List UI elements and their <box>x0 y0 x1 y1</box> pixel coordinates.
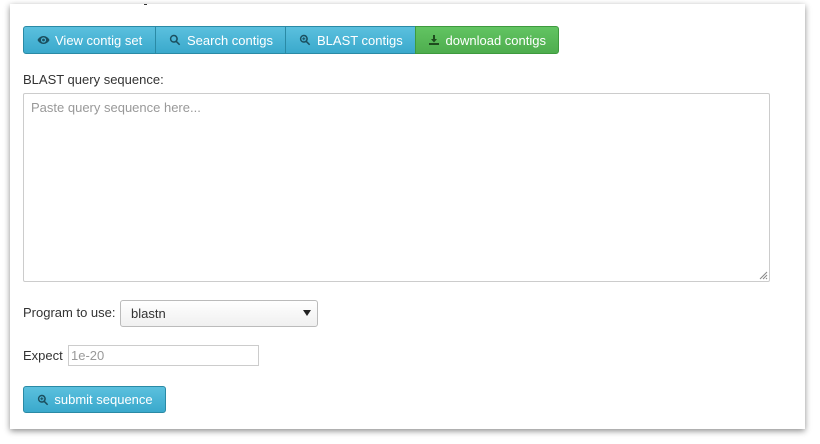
clipped-heading-fragment <box>140 4 156 8</box>
blast-contigs-button[interactable]: BLAST contigs <box>285 26 416 54</box>
zoom-in-icon <box>36 393 50 407</box>
expect-input[interactable] <box>68 345 259 366</box>
program-select[interactable]: blastn <box>120 300 318 327</box>
blast-contigs-label: BLAST contigs <box>317 32 403 48</box>
program-label: Program to use: <box>23 305 116 320</box>
eye-icon <box>36 33 50 47</box>
dropdown-arrow-icon <box>303 310 311 316</box>
program-selected-value: blastn <box>131 306 166 321</box>
blast-panel: View contig set Search contigs BLAST con… <box>10 4 805 429</box>
download-icon <box>428 33 441 47</box>
query-sequence-textarea[interactable] <box>23 93 770 282</box>
submit-sequence-button[interactable]: submit sequence <box>23 386 166 413</box>
zoom-in-icon <box>298 33 312 47</box>
submit-sequence-label: submit sequence <box>54 392 153 407</box>
search-contigs-button[interactable]: Search contigs <box>155 26 286 54</box>
expect-label: Expect <box>23 348 63 363</box>
download-contigs-label: download contigs <box>445 32 546 48</box>
view-contig-set-label: View contig set <box>55 32 143 48</box>
view-contig-set-button[interactable]: View contig set <box>23 26 156 54</box>
contig-toolbar: View contig set Search contigs BLAST con… <box>23 26 559 54</box>
search-contigs-label: Search contigs <box>187 32 273 48</box>
query-sequence-label: BLAST query sequence: <box>23 72 164 87</box>
download-contigs-button[interactable]: download contigs <box>415 26 559 54</box>
resize-grip-icon[interactable] <box>758 270 768 280</box>
search-icon <box>168 33 182 47</box>
